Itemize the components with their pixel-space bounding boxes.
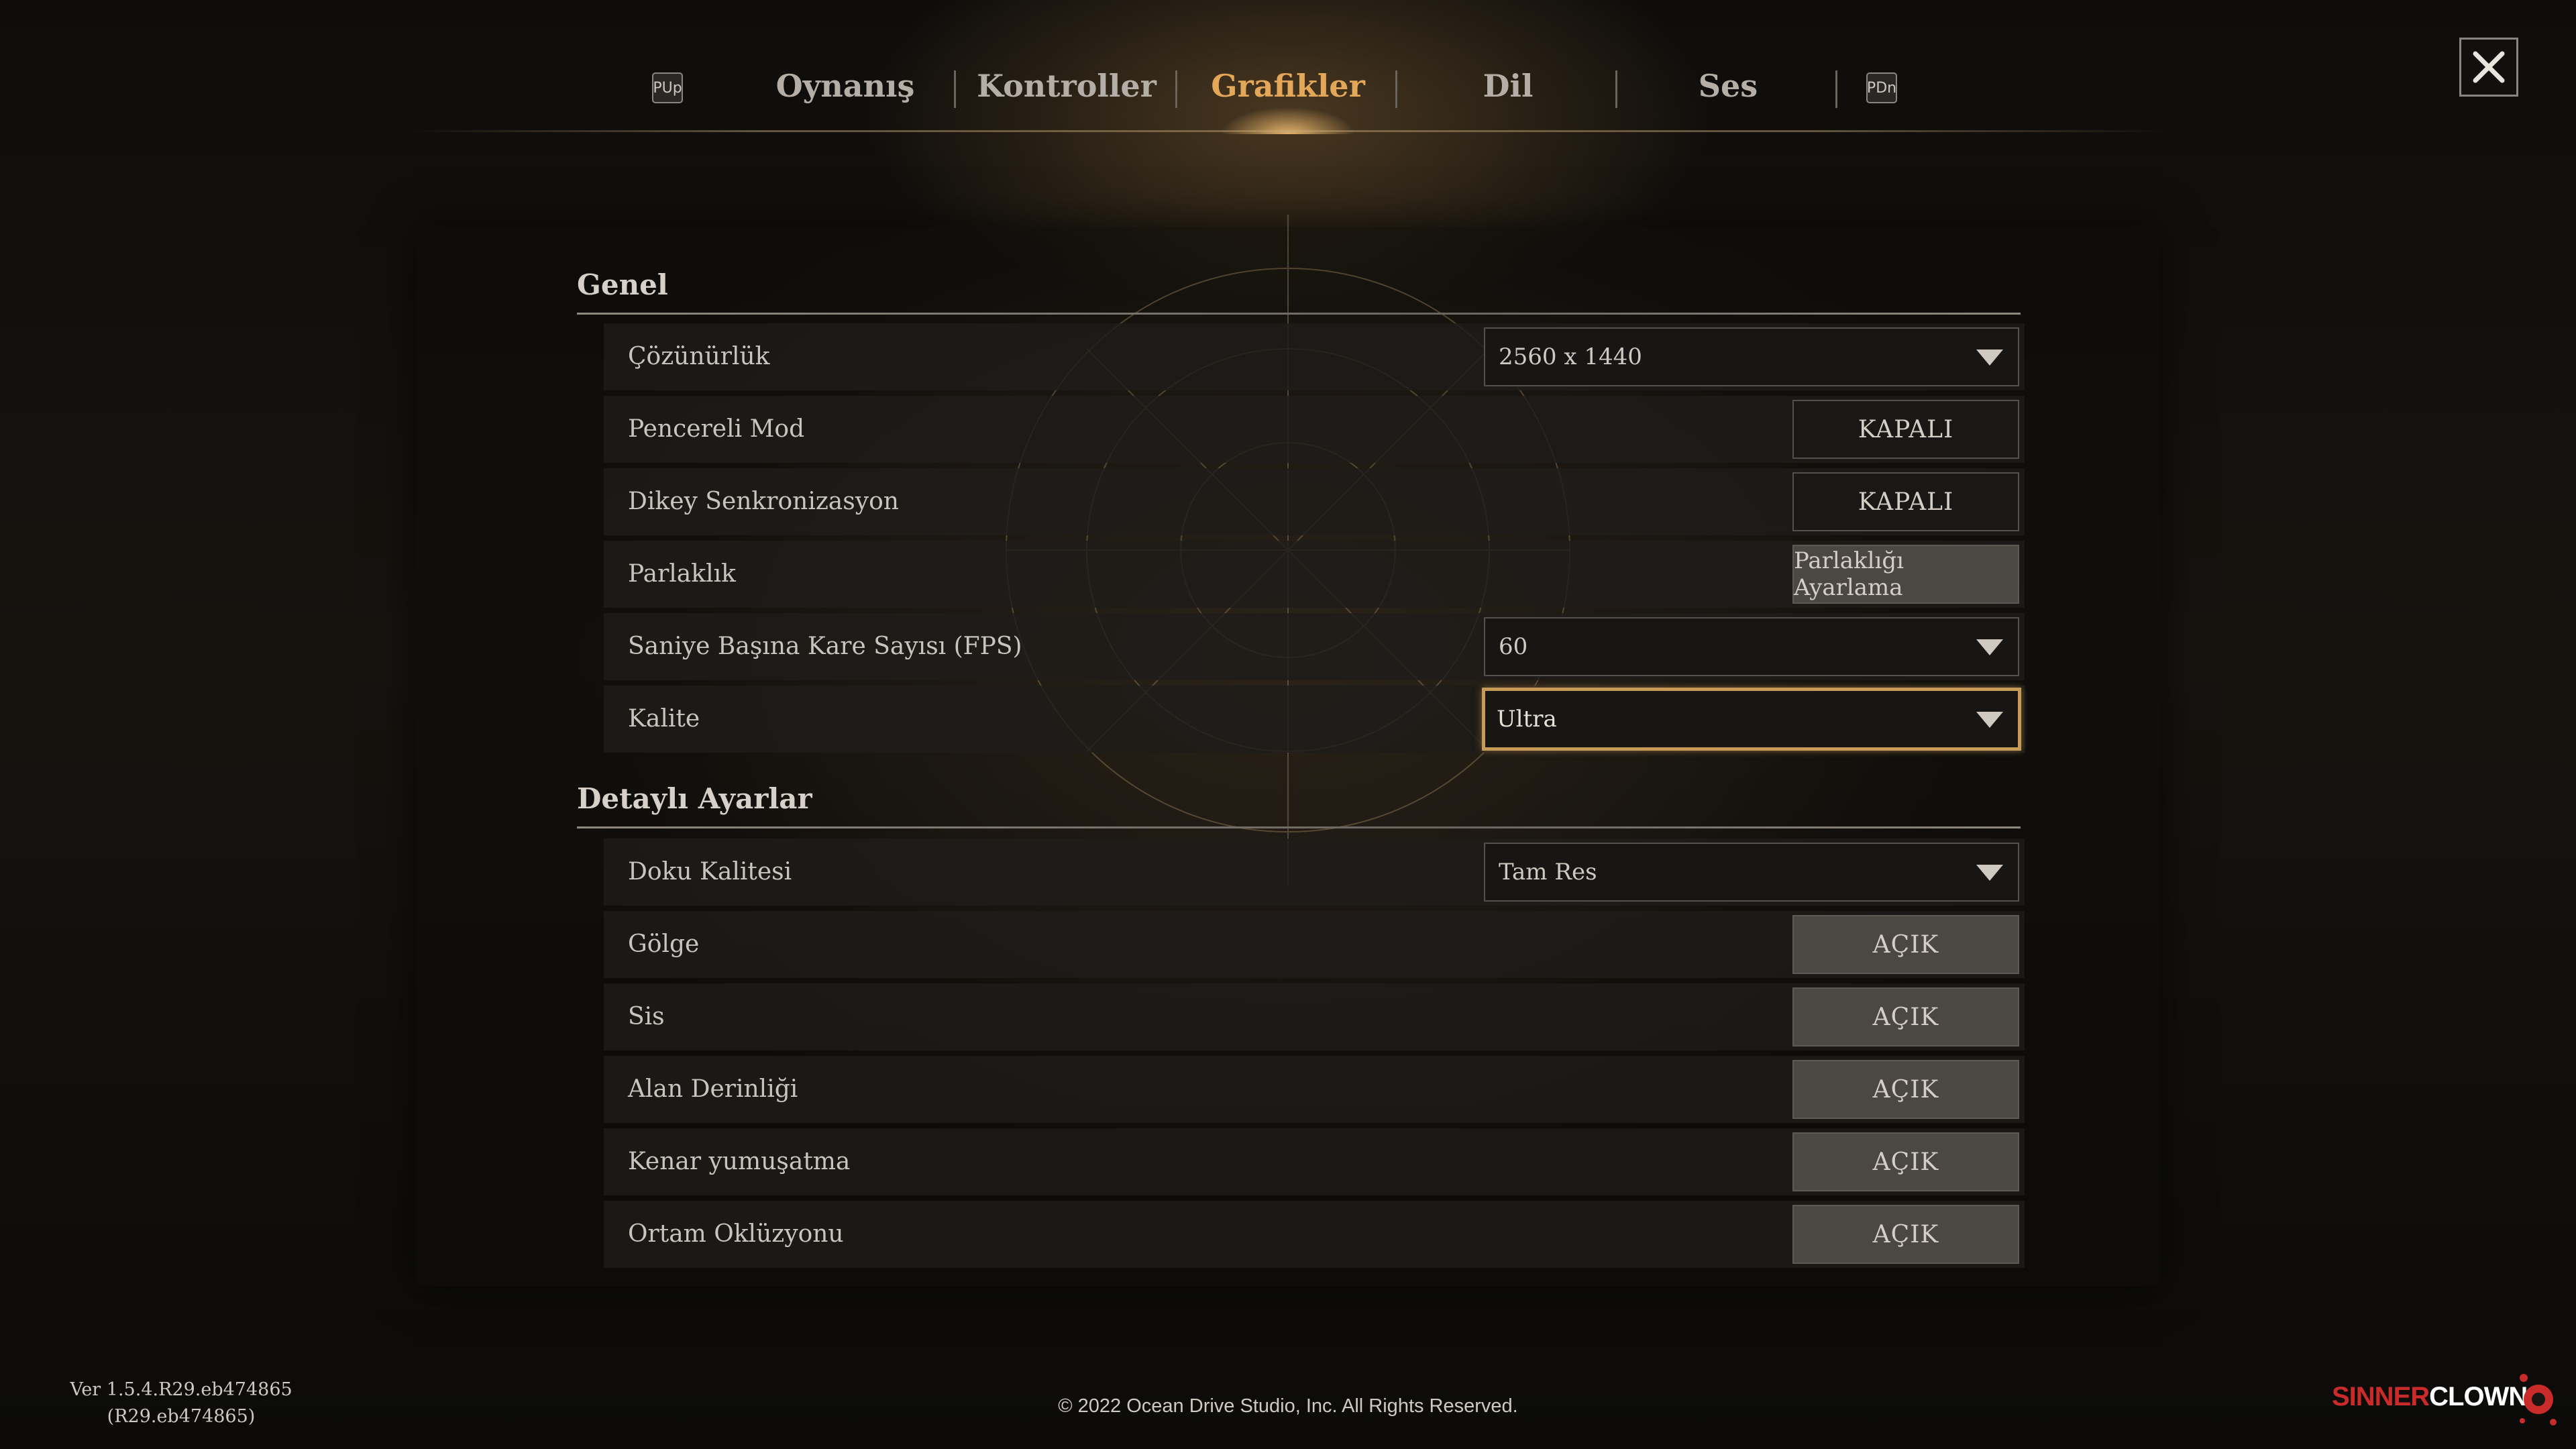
depth-of-field-toggle[interactable]: AÇIK bbox=[1792, 1060, 2019, 1119]
setting-row-anti-aliasing: Kenar yumuşatma AÇIK bbox=[604, 1128, 2025, 1195]
clown-splat-icon bbox=[2520, 1374, 2557, 1426]
tab-sound[interactable]: Ses bbox=[1661, 59, 1795, 113]
tab-graphics[interactable]: Grafikler bbox=[1201, 59, 1375, 113]
tab-separator bbox=[1395, 70, 1397, 108]
setting-label: Pencereli Mod bbox=[628, 415, 805, 443]
setting-row-depth-of-field: Alan Derinliği AÇIK bbox=[604, 1056, 2025, 1123]
setting-row-ambient-occlusion: Ortam Oklüzyonu AÇIK bbox=[604, 1201, 2025, 1268]
setting-label: Sis bbox=[628, 1003, 665, 1030]
logo-part-sinner: SINNER bbox=[2332, 1382, 2430, 1411]
resolution-dropdown[interactable]: 2560 x 1440 bbox=[1484, 327, 2019, 386]
tab-separator bbox=[1615, 70, 1617, 108]
logo-part-clown: CLOWN bbox=[2429, 1382, 2528, 1411]
section-title-general: Genel bbox=[577, 268, 668, 301]
dropdown-value: 2560 x 1440 bbox=[1499, 343, 1642, 370]
ambient-occlusion-toggle[interactable]: AÇIK bbox=[1792, 1205, 2019, 1264]
setting-row-resolution: Çözünürlük 2560 x 1440 bbox=[604, 323, 2025, 390]
tab-bar: PUp Oynanış Kontroller Grafikler Dil Ses… bbox=[0, 0, 2576, 134]
fog-toggle[interactable]: AÇIK bbox=[1792, 987, 2019, 1046]
setting-row-windowed-mode: Pencereli Mod KAPALI bbox=[604, 396, 2025, 463]
windowed-mode-toggle[interactable]: KAPALI bbox=[1792, 400, 2019, 459]
setting-label: Kalite bbox=[628, 705, 700, 733]
copyright-text: © 2022 Ocean Drive Studio, Inc. All Righ… bbox=[1058, 1395, 1518, 1417]
setting-row-quality: Kalite Ultra bbox=[604, 686, 2025, 753]
setting-label: Alan Derinliği bbox=[628, 1075, 798, 1103]
tab-controls[interactable]: Kontroller bbox=[973, 59, 1161, 113]
close-button[interactable] bbox=[2459, 38, 2518, 97]
tab-gameplay[interactable]: Oynanış bbox=[765, 59, 926, 113]
texture-quality-dropdown[interactable]: Tam Res bbox=[1484, 843, 2019, 902]
setting-label: Dikey Senkronizasyon bbox=[628, 488, 899, 515]
setting-row-brightness: Parlaklık Parlaklığı Ayarlama bbox=[604, 541, 2025, 608]
setting-label: Gölge bbox=[628, 930, 700, 958]
tab-language[interactable]: Dil bbox=[1441, 59, 1575, 113]
dropdown-value: 60 bbox=[1499, 633, 1528, 660]
dropdown-value: Tam Res bbox=[1499, 859, 1597, 885]
fps-dropdown[interactable]: 60 bbox=[1484, 617, 2019, 676]
page-down-key-hint[interactable]: PDn bbox=[1866, 72, 1897, 103]
vsync-toggle[interactable]: KAPALI bbox=[1792, 472, 2019, 531]
setting-label: Saniye Başına Kare Sayısı (FPS) bbox=[628, 633, 1022, 660]
page-up-key-hint[interactable]: PUp bbox=[652, 72, 683, 103]
setting-row-shadow: Gölge AÇIK bbox=[604, 911, 2025, 978]
tab-separator bbox=[1835, 70, 1837, 108]
tab-separator bbox=[1175, 70, 1177, 108]
chevron-down-icon bbox=[1976, 712, 2003, 728]
setting-row-fps: Saniye Başına Kare Sayısı (FPS) 60 bbox=[604, 613, 2025, 680]
setting-label: Ortam Oklüzyonu bbox=[628, 1220, 844, 1248]
setting-row-texture-quality: Doku Kalitesi Tam Res bbox=[604, 839, 2025, 906]
section-title-detailed: Detaylı Ayarlar bbox=[577, 782, 812, 815]
section-divider bbox=[577, 826, 2021, 828]
dropdown-value: Ultra bbox=[1497, 706, 1557, 733]
setting-label: Doku Kalitesi bbox=[628, 858, 792, 885]
adjust-brightness-button[interactable]: Parlaklığı Ayarlama bbox=[1792, 545, 2019, 604]
chevron-down-icon bbox=[1976, 639, 2003, 655]
shadow-toggle[interactable]: AÇIK bbox=[1792, 915, 2019, 974]
section-divider bbox=[577, 313, 2021, 315]
tab-separator bbox=[954, 70, 956, 108]
setting-row-fog: Sis AÇIK bbox=[604, 983, 2025, 1051]
setting-label: Parlaklık bbox=[628, 560, 736, 588]
anti-aliasing-toggle[interactable]: AÇIK bbox=[1792, 1132, 2019, 1191]
setting-label: Çözünürlük bbox=[628, 343, 770, 370]
quality-dropdown[interactable]: Ultra bbox=[1482, 688, 2021, 751]
setting-row-vsync: Dikey Senkronizasyon KAPALI bbox=[604, 468, 2025, 535]
version-line: Ver 1.5.4.R29.eb474865 bbox=[70, 1379, 292, 1400]
chevron-down-icon bbox=[1976, 865, 2003, 881]
chevron-down-icon bbox=[1976, 350, 2003, 366]
close-icon bbox=[2473, 51, 2505, 83]
studio-logo: SINNERCLOWN bbox=[2328, 1362, 2563, 1436]
logo-text: SINNERCLOWN bbox=[2332, 1382, 2528, 1412]
version-info: Ver 1.5.4.R29.eb474865 (R29.eb474865) bbox=[67, 1377, 295, 1430]
tab-underline bbox=[409, 130, 2167, 132]
build-line: (R29.eb474865) bbox=[107, 1406, 256, 1427]
setting-label: Kenar yumuşatma bbox=[628, 1148, 851, 1175]
